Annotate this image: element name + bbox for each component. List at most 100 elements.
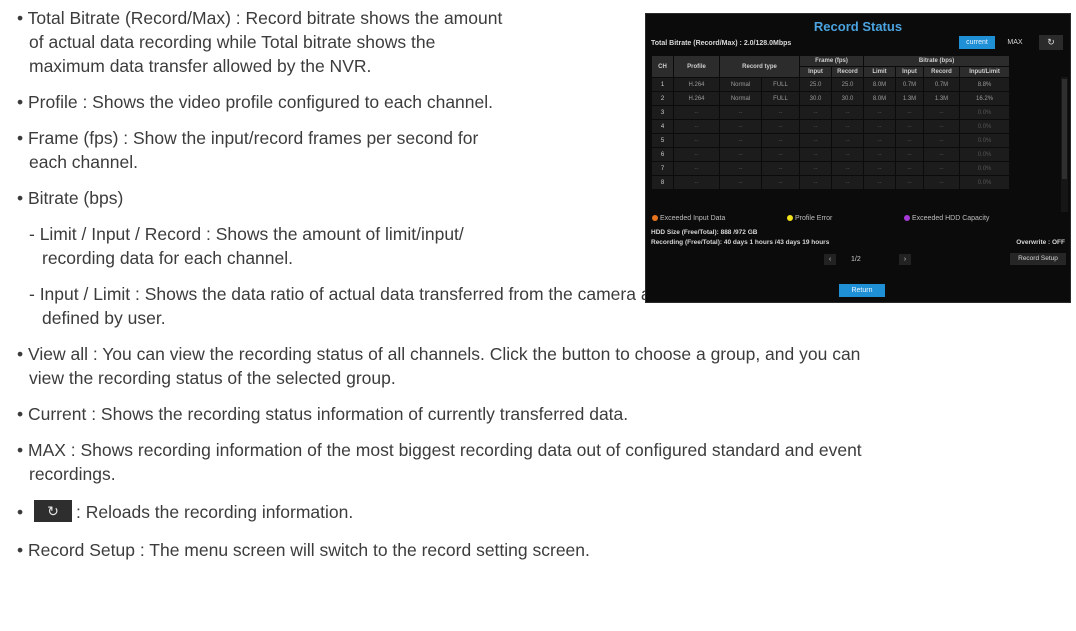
- bullet-total-bitrate-line3: maximum data transfer allowed by the NVR…: [29, 56, 372, 76]
- scroll-gutter-cell: [1009, 133, 1061, 148]
- bullet-total-bitrate-line1: • Total Bitrate (Record/Max) : Record bi…: [17, 8, 503, 28]
- legend-exceeded-input: Exceeded Input Data: [652, 215, 725, 222]
- scroll-gutter-cell: [1009, 161, 1061, 176]
- sub-input-limit-line2: defined by user.: [42, 308, 166, 328]
- table-cell: --: [673, 147, 720, 162]
- scroll-gutter-cell: [1009, 175, 1061, 190]
- col-header-profile: Profile: [673, 55, 720, 78]
- table-cell: --: [863, 133, 897, 148]
- chevron-right-icon: ›: [903, 256, 907, 263]
- table-cell: 1: [651, 77, 674, 92]
- bullet-view-all-line2: view the recording status of the selecte…: [29, 368, 396, 388]
- table-cell: 3: [651, 105, 674, 120]
- bullet-bitrate: • Bitrate (bps): [17, 188, 124, 208]
- bullet-total-bitrate-line2: of actual data recording while Total bit…: [29, 32, 436, 52]
- table-cell: --: [830, 147, 865, 162]
- refresh-button[interactable]: ↻: [1039, 35, 1063, 50]
- legend-profile-error-label: Profile Error: [795, 215, 833, 222]
- table-cell: --: [895, 119, 925, 134]
- table-cell: --: [799, 133, 832, 148]
- scroll-gutter-cell: [1009, 105, 1061, 120]
- table-cell: --: [673, 133, 720, 148]
- table-cell: --: [761, 175, 800, 190]
- prev-page-button[interactable]: ‹: [824, 254, 836, 265]
- table-row: 3 -- -- -- -- -- -- -- -- 0.0%: [651, 105, 1061, 120]
- bullet-record-setup: • Record Setup : The menu screen will sw…: [17, 540, 590, 560]
- next-page-button[interactable]: ›: [899, 254, 911, 265]
- table-cell: FULL: [761, 91, 800, 106]
- table-cell: --: [799, 175, 832, 190]
- table-row: 8 -- -- -- -- -- -- -- -- 0.0%: [651, 175, 1061, 190]
- bullet-view-all-line1: • View all : You can view the recording …: [17, 344, 861, 364]
- table-cell: --: [799, 105, 832, 120]
- table-cell: --: [895, 105, 925, 120]
- bullet-refresh-text: : Reloads the recording information.: [76, 502, 354, 522]
- legend-profile-error: Profile Error: [787, 215, 832, 222]
- table-cell: --: [719, 105, 762, 120]
- table-cell: 25.0: [830, 77, 865, 92]
- overwrite-status: Overwrite : OFF: [1016, 239, 1065, 246]
- table-cell: --: [923, 147, 961, 162]
- purple-dot-icon: [904, 215, 910, 222]
- record-setup-button[interactable]: Record Setup: [1010, 253, 1066, 265]
- table-cell: 0.0%: [959, 133, 1011, 148]
- table-cell: 0.0%: [959, 119, 1011, 134]
- table-cell: --: [761, 119, 800, 134]
- page-indicator: 1/2: [851, 256, 861, 263]
- scroll-gutter-cell: [1009, 91, 1061, 106]
- scroll-thumb[interactable]: [1062, 79, 1067, 179]
- bullet-max-line2: recordings.: [29, 464, 116, 484]
- table-cell: 0.7M: [895, 77, 925, 92]
- hdd-size: HDD Size (Free/Total): 888 /972 GB: [651, 229, 758, 236]
- table-cell: --: [895, 161, 925, 176]
- bullet-current: • Current : Shows the recording status i…: [17, 404, 629, 424]
- legend-exceeded-input-label: Exceeded Input Data: [660, 215, 726, 222]
- table-cell: --: [719, 119, 762, 134]
- sub-limit-line1: - Limit / Input / Record : Shows the amo…: [29, 224, 464, 244]
- scroll-gutter-cell: [1009, 119, 1061, 134]
- table-cell: --: [761, 105, 800, 120]
- table-row: 6 -- -- -- -- -- -- -- -- 0.0%: [651, 147, 1061, 162]
- col-header-input-limit: Input/Limit: [959, 66, 1011, 78]
- total-bitrate-label: Total Bitrate (Record/Max) : 2.0/128.0Mb…: [651, 40, 792, 47]
- table-cell: --: [895, 133, 925, 148]
- bullet-refresh: • ↻: Reloads the recording information.: [17, 500, 353, 524]
- scroll-gutter-cell: [1009, 77, 1061, 92]
- current-button[interactable]: current: [959, 36, 995, 49]
- col-header-frame: Frame (fps): [798, 55, 865, 67]
- max-button[interactable]: MAX: [1001, 36, 1029, 49]
- table-scrollbar[interactable]: [1061, 77, 1068, 212]
- table-cell: FULL: [761, 77, 800, 92]
- table-cell: 5: [651, 133, 674, 148]
- yellow-dot-icon: [787, 215, 793, 222]
- table-cell: --: [830, 105, 865, 120]
- return-button[interactable]: Return: [839, 284, 885, 297]
- table-row: 4 -- -- -- -- -- -- -- -- 0.0%: [651, 119, 1061, 134]
- table-cell: --: [830, 161, 865, 176]
- table-row: 2 H.264 Normal FULL 30.0 30.0 8.0M 1.3M 1.3M 16.2…: [651, 91, 1061, 106]
- table-cell: Normal: [719, 91, 762, 106]
- table-cell: --: [863, 105, 897, 120]
- bullet-mark: •: [17, 502, 24, 522]
- table-cell: --: [895, 175, 925, 190]
- table-cell: --: [719, 175, 762, 190]
- table-cell: --: [863, 147, 897, 162]
- table-cell: 1.3M: [923, 91, 961, 106]
- table-cell: H.264: [673, 91, 720, 106]
- col-header-ch: CH: [651, 55, 674, 78]
- table-cell: --: [863, 119, 897, 134]
- table-cell: --: [923, 161, 961, 176]
- col-header-frame-input: Input: [799, 66, 832, 78]
- table-cell: --: [761, 161, 800, 176]
- col-header-limit: Limit: [863, 66, 897, 78]
- sub-limit-line2: recording data for each channel.: [42, 248, 293, 268]
- col-header-bitrate-record: Record: [923, 66, 961, 78]
- table-cell: --: [923, 119, 961, 134]
- table-cell: --: [863, 175, 897, 190]
- table-cell: 25.0: [799, 77, 832, 92]
- table-cell: --: [719, 133, 762, 148]
- table-cell: --: [923, 105, 961, 120]
- orange-dot-icon: [652, 215, 658, 222]
- legend-exceeded-hdd-label: Exceeded HDD Capacity: [912, 215, 990, 222]
- table-cell: 7: [651, 161, 674, 176]
